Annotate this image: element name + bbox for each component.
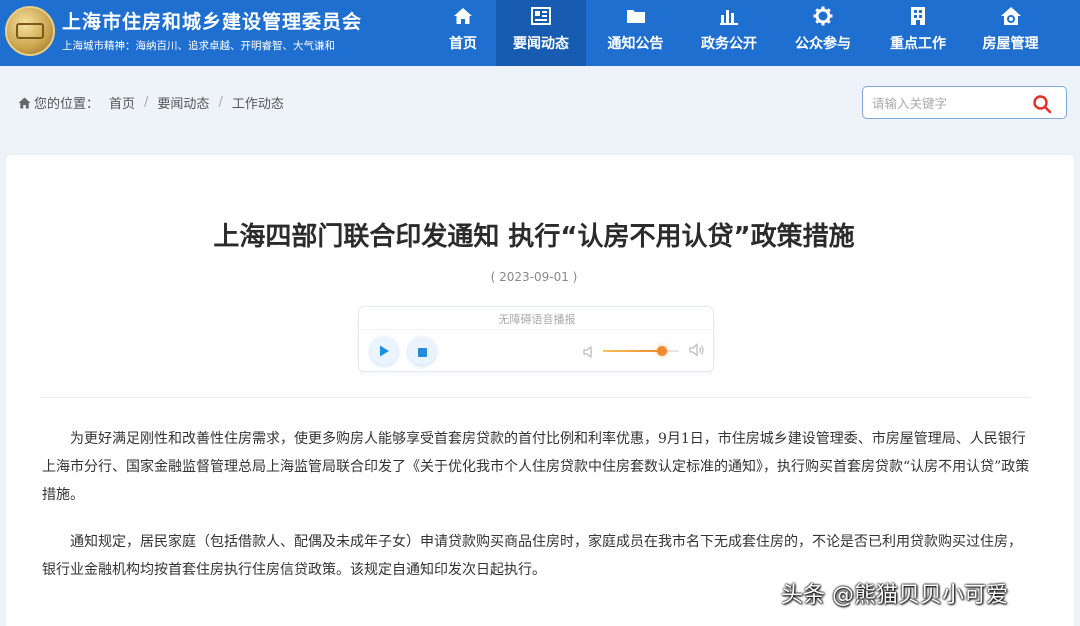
- audio-progress-line: [359, 329, 715, 330]
- article-date: ( 2023-09-01 ): [490, 270, 578, 284]
- news-icon: [530, 5, 552, 27]
- volume-high-icon[interactable]: [689, 342, 705, 361]
- volume-slider-fill: [603, 350, 663, 352]
- article-divider: [40, 397, 1030, 398]
- play-icon: [379, 342, 390, 361]
- nav-key-work[interactable]: 重点工作: [873, 0, 963, 66]
- main-nav: 首页 要闻动态 通知公告 政务公开 公众参与 重点工作 房屋管理: [430, 0, 1058, 66]
- gear-icon: [812, 5, 834, 27]
- breadcrumb: 您的位置： 首页 / 要闻动态 / 工作动态: [18, 93, 284, 112]
- nav-notices[interactable]: 通知公告: [586, 0, 685, 66]
- nav-home[interactable]: 首页: [430, 0, 496, 66]
- bar-chart-icon: [718, 5, 740, 27]
- home-icon: [452, 5, 474, 27]
- search-icon[interactable]: [1032, 94, 1052, 114]
- nav-housing-management[interactable]: 房屋管理: [963, 0, 1058, 66]
- breadcrumb-home[interactable]: 首页: [109, 93, 135, 112]
- site-title[interactable]: 上海市住房和城乡建设管理委员会: [62, 7, 362, 34]
- home-icon: [18, 97, 31, 109]
- logo-emblem: [16, 23, 44, 39]
- audio-player: 无障碍语音播报: [358, 306, 715, 372]
- nav-news[interactable]: 要闻动态: [496, 0, 586, 66]
- house-gear-icon: [1000, 5, 1022, 27]
- volume-slider[interactable]: [603, 346, 679, 356]
- article-paragraph: 通知规定，居民家庭（包括借款人、配偶及未成年子女）申请贷款购买商品住房时，家庭成…: [42, 534, 1022, 578]
- article-title: 上海四部门联合印发通知 执行“认房不用认贷”政策措施: [213, 222, 855, 252]
- folder-icon: [625, 5, 647, 27]
- volume-low-icon[interactable]: [583, 343, 595, 362]
- volume-slider-handle[interactable]: [657, 346, 668, 356]
- site-logo[interactable]: [5, 6, 55, 56]
- search-box: [862, 86, 1067, 119]
- nav-public-participation[interactable]: 公众参与: [773, 0, 873, 66]
- nav-gov-open[interactable]: 政务公开: [685, 0, 773, 66]
- building-icon: [907, 5, 929, 27]
- audio-player-label: 无障碍语音播报: [498, 313, 576, 326]
- breadcrumb-prefix: 您的位置：: [34, 97, 100, 112]
- stop-button[interactable]: [408, 337, 436, 365]
- breadcrumb-separator: /: [218, 95, 223, 110]
- stop-icon: [417, 342, 427, 361]
- breadcrumb-separator: /: [144, 95, 149, 110]
- article-paragraph: 为更好满足刚性和改善性住房需求，使更多购房人能够享受首套房贷款的首付比例和利率优…: [42, 431, 1030, 503]
- breadcrumb-news[interactable]: 要闻动态: [157, 93, 209, 112]
- play-button[interactable]: [370, 337, 398, 365]
- watermark: 头条 @熊猫贝贝小可爱: [781, 583, 1008, 608]
- search-input[interactable]: [872, 93, 1022, 113]
- site-slogan: 上海城市精神：海纳百川、追求卓越、开明睿智、大气谦和: [62, 40, 335, 52]
- breadcrumb-work-news[interactable]: 工作动态: [232, 93, 284, 112]
- site-header: 上海市住房和城乡建设管理委员会 上海城市精神：海纳百川、追求卓越、开明睿智、大气…: [0, 0, 1080, 66]
